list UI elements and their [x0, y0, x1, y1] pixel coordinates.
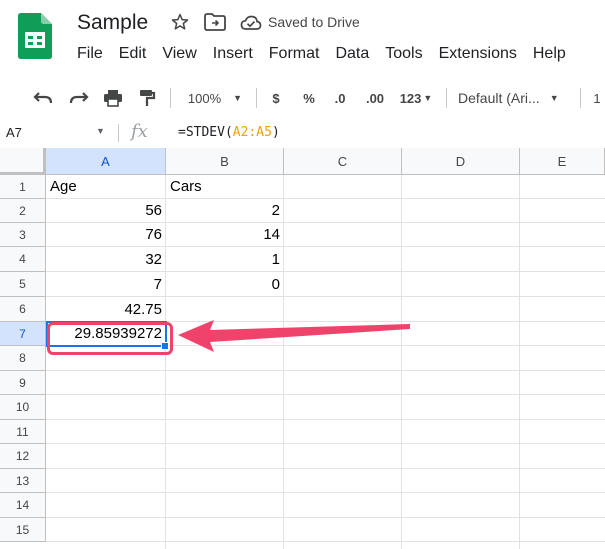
row-header-15[interactable]: 15 — [0, 518, 46, 542]
gridline — [46, 419, 605, 420]
cell-b3[interactable]: 14 — [166, 223, 284, 247]
select-all-corner[interactable] — [0, 148, 46, 175]
font-select[interactable]: Default (Ari... ▼ — [458, 78, 570, 118]
save-status: Saved to Drive — [268, 14, 360, 30]
gridline — [46, 394, 605, 395]
highlight-annotation — [47, 322, 173, 355]
move-folder-icon[interactable] — [204, 13, 226, 31]
row-header-7[interactable]: 7 — [0, 322, 46, 346]
cell-b1[interactable]: Cars — [166, 175, 284, 199]
undo-icon — [33, 92, 53, 104]
formula-range: A2:A5 — [232, 125, 272, 140]
print-icon — [104, 90, 122, 107]
row-header-11[interactable]: 11 — [0, 420, 46, 444]
toolbar-divider — [256, 88, 257, 108]
chevron-down-icon: ▼ — [549, 93, 559, 103]
undo-button[interactable] — [30, 78, 56, 118]
font-size-input[interactable]: 1 — [590, 78, 604, 118]
toolbar-divider — [446, 88, 447, 108]
row-header-5[interactable]: 5 — [0, 272, 46, 297]
row-header-2[interactable]: 2 — [0, 199, 46, 223]
zoom-value: 100% — [187, 90, 222, 106]
toolbar-divider — [170, 88, 171, 108]
gridline — [46, 443, 605, 444]
fx-icon: fx — [131, 121, 148, 142]
zoom-select[interactable]: 100% ▼ — [184, 78, 246, 118]
currency-format-button[interactable]: $ — [266, 78, 286, 118]
document-title[interactable]: Sample — [77, 11, 148, 35]
row-header-12[interactable]: 12 — [0, 444, 46, 469]
formula-suffix: ) — [271, 125, 280, 140]
percent-format-button[interactable]: % — [298, 78, 320, 118]
gridline — [401, 175, 402, 549]
chevron-down-icon[interactable]: ▼ — [96, 126, 105, 136]
cell-b4[interactable]: 1 — [166, 248, 284, 272]
row-header-3[interactable]: 3 — [0, 223, 46, 247]
gridline — [46, 468, 605, 469]
menu-insert[interactable]: Insert — [213, 45, 253, 67]
row-header-9[interactable]: 9 — [0, 371, 46, 395]
formula-bar: A7 ▼ fx =STDEV(A2:A5) — [0, 118, 605, 149]
menu-view[interactable]: View — [162, 45, 196, 67]
cell-a5[interactable]: 7 — [46, 273, 166, 297]
menu-file[interactable]: File — [77, 45, 103, 67]
toolbar-divider — [580, 88, 581, 108]
column-header-b[interactable]: B — [166, 148, 284, 175]
title-bar: Sample Saved to Drive File Edit View Ins… — [0, 0, 605, 78]
gridline — [519, 175, 520, 549]
cell-a1[interactable]: Age — [46, 175, 166, 199]
gridline — [46, 370, 605, 371]
cell-b2[interactable]: 2 — [166, 199, 284, 223]
row-header-13[interactable]: 13 — [0, 469, 46, 493]
cell-a3[interactable]: 76 — [46, 223, 166, 247]
row-header-8[interactable]: 8 — [0, 346, 46, 371]
more-formats-button[interactable]: 123 ▼ — [396, 78, 436, 118]
font-name: Default (Ari... — [458, 90, 540, 106]
row-header-6[interactable]: 6 — [0, 297, 46, 322]
gridline — [46, 492, 605, 493]
cell-a4[interactable]: 32 — [46, 248, 166, 272]
redo-button[interactable] — [66, 78, 92, 118]
sheets-logo-icon[interactable] — [18, 13, 52, 59]
row-header-4[interactable]: 4 — [0, 247, 46, 272]
formula-prefix: =STDEV( — [178, 125, 233, 140]
menu-bar: File Edit View Insert Format Data Tools … — [77, 45, 582, 67]
more-formats-label: 123 — [399, 90, 422, 106]
row-header-1[interactable]: 1 — [0, 175, 46, 199]
cell-b5[interactable]: 0 — [166, 273, 284, 297]
menu-data[interactable]: Data — [335, 45, 369, 67]
formula-input[interactable]: =STDEV(A2:A5) — [178, 125, 280, 140]
name-box[interactable]: A7 — [6, 125, 22, 140]
star-icon[interactable] — [170, 12, 190, 32]
menu-tools[interactable]: Tools — [385, 45, 422, 67]
arrow-annotation-icon — [178, 320, 410, 352]
row-header-14[interactable]: 14 — [0, 493, 46, 518]
cell-a2[interactable]: 56 — [46, 199, 166, 223]
print-button[interactable] — [101, 78, 125, 118]
menu-help[interactable]: Help — [533, 45, 566, 67]
formula-divider — [118, 124, 119, 142]
redo-icon — [69, 92, 89, 104]
chevron-down-icon: ▼ — [233, 93, 243, 103]
column-header-a[interactable]: A — [46, 148, 166, 175]
column-header-e[interactable]: E — [520, 148, 605, 175]
cell-a6[interactable]: 42.75 — [46, 298, 166, 322]
paint-format-icon — [140, 90, 156, 106]
gridline — [46, 541, 605, 542]
menu-format[interactable]: Format — [269, 45, 320, 67]
column-header-d[interactable]: D — [402, 148, 520, 175]
gridline — [46, 517, 605, 518]
toolbar: 100% ▼ $ % .0 .00 123 ▼ Default (Ari... … — [0, 78, 605, 119]
paint-format-button[interactable] — [135, 78, 159, 118]
increase-decimal-button[interactable]: .00 — [362, 78, 388, 118]
column-header-c[interactable]: C — [284, 148, 402, 175]
decrease-decimal-button[interactable]: .0 — [328, 78, 352, 118]
cloud-saved-icon[interactable] — [240, 14, 262, 32]
row-header-10[interactable]: 10 — [0, 395, 46, 420]
chevron-down-icon: ▼ — [423, 93, 433, 103]
menu-extensions[interactable]: Extensions — [439, 45, 517, 67]
menu-edit[interactable]: Edit — [119, 45, 147, 67]
